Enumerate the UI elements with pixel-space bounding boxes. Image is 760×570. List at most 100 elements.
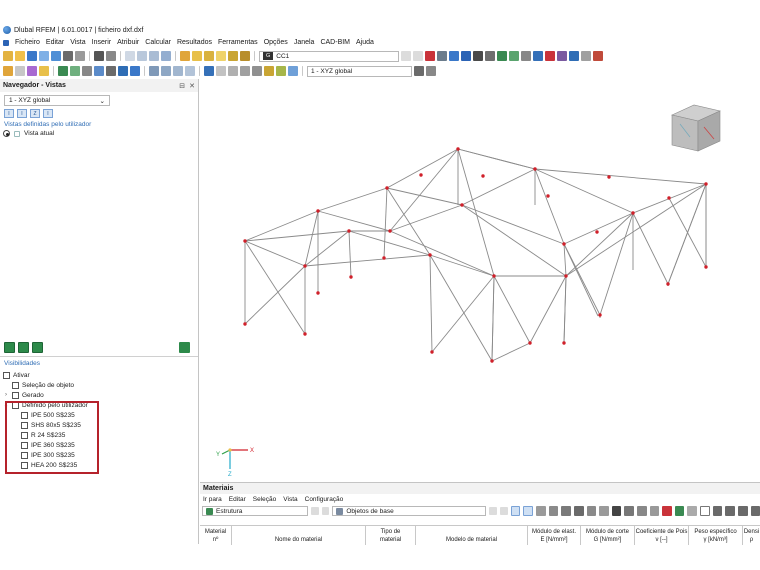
member-line[interactable] <box>461 204 567 277</box>
menu-item[interactable]: Atribuir <box>117 39 139 46</box>
undo-icon[interactable] <box>94 51 104 61</box>
model-viewport[interactable]: X Y Z <box>200 79 760 481</box>
window-icon[interactable] <box>700 506 710 516</box>
node-point[interactable] <box>546 194 550 198</box>
filter-icon[interactable] <box>27 66 37 76</box>
node-point[interactable] <box>316 291 320 295</box>
member-line[interactable] <box>457 148 536 170</box>
support-icon[interactable] <box>437 51 447 61</box>
node-point[interactable] <box>595 230 599 234</box>
materials-menu-item[interactable]: Vista <box>283 496 297 503</box>
node-point[interactable] <box>430 350 434 354</box>
view-tool-icon[interactable]: I <box>43 109 53 118</box>
view-combo[interactable]: 1 - XYZ global <box>307 65 412 77</box>
frame-icon[interactable] <box>288 66 298 76</box>
objects-combo[interactable]: Objetos de base <box>332 506 487 516</box>
window-layout-icon[interactable] <box>125 51 135 61</box>
new-file-icon[interactable] <box>3 51 13 61</box>
menu-item[interactable]: Vista <box>70 39 85 46</box>
materials-menu-item[interactable]: Ir para <box>203 496 222 503</box>
view-direction-icon[interactable] <box>185 66 195 76</box>
view-settings-icon[interactable] <box>414 66 424 76</box>
chevron-right-icon[interactable]: › <box>3 392 9 398</box>
view-icon[interactable] <box>118 66 128 76</box>
menu-item[interactable]: CAD-BIM <box>320 39 350 46</box>
window-layout-icon[interactable] <box>161 51 171 61</box>
formula-icon[interactable] <box>737 506 748 516</box>
node-point[interactable] <box>562 341 566 345</box>
menu-item[interactable]: Ferramentas <box>218 39 258 46</box>
view-direction-icon[interactable] <box>173 66 183 76</box>
window-layout-icon[interactable] <box>149 51 159 61</box>
previous-arrow-icon[interactable] <box>489 507 498 515</box>
guide-icon[interactable] <box>533 51 543 61</box>
previous-arrow-icon[interactable] <box>310 507 319 515</box>
member-line[interactable] <box>317 210 391 232</box>
table-tool-icon[interactable] <box>687 506 697 516</box>
member-line[interactable] <box>348 230 352 278</box>
view-settings-icon[interactable] <box>426 66 436 76</box>
previous-arrow-icon[interactable] <box>401 51 411 61</box>
delete-icon[interactable] <box>545 51 555 61</box>
calculate-icon[interactable] <box>180 51 190 61</box>
render-icon[interactable] <box>82 66 92 76</box>
member-line[interactable] <box>461 204 565 245</box>
load-case-combo[interactable]: G CC1 <box>259 50 399 62</box>
settings-icon[interactable] <box>750 506 760 516</box>
next-arrow-icon[interactable] <box>500 507 508 515</box>
table-tool-icon[interactable] <box>586 506 597 516</box>
results-icon[interactable] <box>240 51 250 61</box>
node-point[interactable] <box>460 203 464 207</box>
visibility-item-ativar[interactable]: Ativar <box>3 370 198 380</box>
node-point[interactable] <box>490 359 494 363</box>
member-line[interactable] <box>563 275 567 344</box>
column-header[interactable]: Nome do material <box>232 526 366 545</box>
column-header[interactable]: Densi ρ <box>743 526 760 545</box>
node-point[interactable] <box>631 211 635 215</box>
view-tool-icon[interactable]: I <box>4 109 14 118</box>
member-line[interactable] <box>565 183 707 277</box>
menu-item[interactable]: Editar <box>46 39 64 46</box>
member-line[interactable] <box>534 168 707 185</box>
formula-icon[interactable] <box>725 506 735 516</box>
node-point[interactable] <box>303 332 307 336</box>
pen-icon[interactable] <box>15 66 25 76</box>
results-icon[interactable] <box>192 51 202 61</box>
next-arrow-icon[interactable] <box>413 51 423 61</box>
member-line[interactable] <box>431 275 495 353</box>
results-icon[interactable] <box>204 51 214 61</box>
member-line[interactable] <box>244 230 350 242</box>
load-icon[interactable] <box>425 51 435 61</box>
node-point[interactable] <box>428 253 432 257</box>
member-line[interactable] <box>389 230 495 277</box>
results-icon[interactable] <box>216 51 226 61</box>
display-icon[interactable] <box>581 51 591 61</box>
table-tool-icon[interactable] <box>624 506 634 516</box>
column-header[interactable]: Módulo de corte G [N/mm²] <box>581 526 635 545</box>
table-tool-icon[interactable] <box>510 506 521 516</box>
checkbox[interactable] <box>12 391 19 399</box>
save-icon[interactable] <box>27 51 37 61</box>
table-tool-icon[interactable] <box>662 506 672 516</box>
line-icon[interactable] <box>473 51 483 61</box>
node-point[interactable] <box>564 274 568 278</box>
results-icon[interactable] <box>228 51 238 61</box>
frame-icon[interactable] <box>276 66 286 76</box>
member-line[interactable] <box>461 168 536 206</box>
menu-item[interactable]: Calcular <box>145 39 171 46</box>
materials-menu-item[interactable]: Editar <box>229 496 246 503</box>
table-tool-icon[interactable] <box>599 506 609 516</box>
node-point[interactable] <box>481 174 485 178</box>
member-line[interactable] <box>244 265 306 325</box>
node-point[interactable] <box>667 196 671 200</box>
view-tool-icon[interactable]: I <box>17 109 27 118</box>
node-point[interactable] <box>492 274 496 278</box>
node-point[interactable] <box>704 265 708 269</box>
visibility-item-object-selection[interactable]: Seleção de objeto <box>3 380 198 390</box>
member-line[interactable] <box>386 187 463 206</box>
structure-model[interactable] <box>200 79 760 481</box>
member-line[interactable] <box>667 183 707 285</box>
model-icon[interactable] <box>70 66 80 76</box>
menu-item[interactable]: Inserir <box>92 39 111 46</box>
print-icon[interactable] <box>63 51 73 61</box>
